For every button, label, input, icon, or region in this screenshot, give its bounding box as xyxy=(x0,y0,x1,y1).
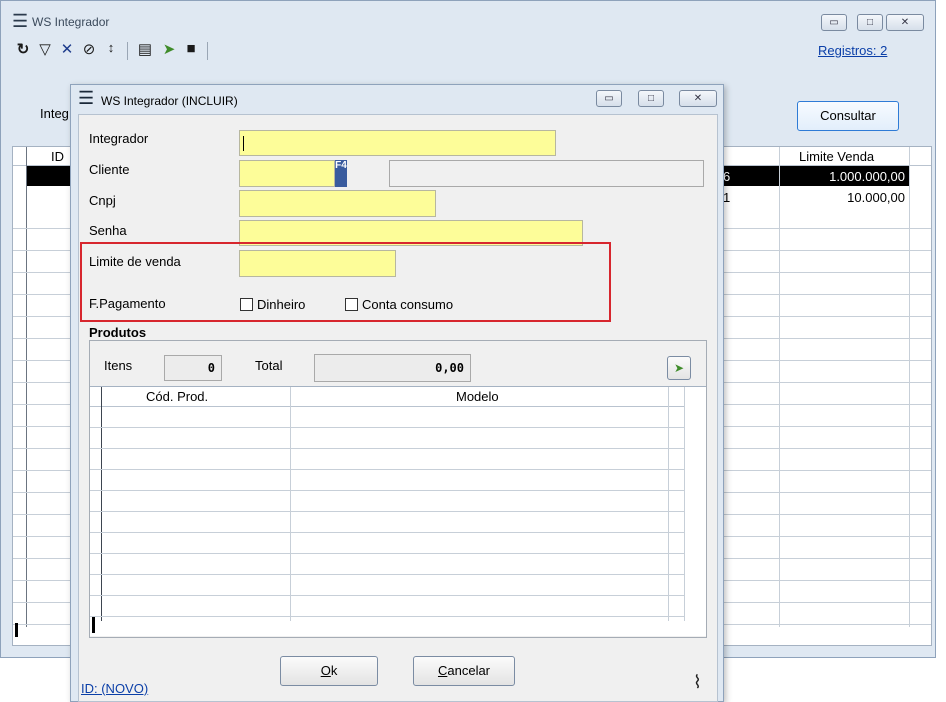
total-value-box: 0,00 xyxy=(314,354,471,382)
maximize-button[interactable]: □ xyxy=(857,14,883,31)
export-products-button[interactable]: ➤ xyxy=(667,356,691,380)
cnpj-input[interactable] xyxy=(239,190,436,217)
export-icon: ➤ xyxy=(673,361,685,375)
conta-consumo-checkbox[interactable] xyxy=(345,298,358,311)
main-title-bar: ☰ WS Integrador xyxy=(12,11,612,33)
attach-icon[interactable]: ⌇ xyxy=(693,672,702,693)
print-icon[interactable]: ▤ xyxy=(135,40,155,58)
f4-label: F4 xyxy=(335,160,347,171)
dialog-title: WS Integrador (INCLUIR) xyxy=(101,94,238,108)
conta-consumo-label[interactable]: Conta consumo xyxy=(362,297,453,312)
dinheiro-label[interactable]: Dinheiro xyxy=(257,297,305,312)
itens-label: Itens xyxy=(104,358,133,373)
row-mid-value: 6 xyxy=(723,169,731,184)
itens-value-box: 0 xyxy=(164,355,222,381)
cancelar-button[interactable]: Cancelar xyxy=(413,656,515,686)
limite-input[interactable] xyxy=(239,250,396,277)
grid-lines xyxy=(90,407,685,621)
ok-label: Ok xyxy=(320,663,338,678)
dialog-maximize-button[interactable]: □ xyxy=(638,90,664,107)
row-indicator xyxy=(92,617,95,633)
col-modelo-header[interactable]: Modelo xyxy=(456,389,499,404)
cnpj-label: Cnpj xyxy=(89,193,116,208)
toolbar-separator xyxy=(127,42,128,60)
col-id-header[interactable]: ID xyxy=(51,149,64,164)
integrador-filter-label: Integ xyxy=(40,106,69,121)
clear-filter-icon[interactable]: ✕ xyxy=(57,40,77,58)
row-limite-value: 10.000,00 xyxy=(847,190,905,205)
integrador-label: Integrador xyxy=(89,131,149,146)
close-button[interactable]: ✕ xyxy=(886,14,924,31)
id-novo-link[interactable]: ID: (NOVO) xyxy=(81,681,148,696)
total-value: 0,00 xyxy=(435,361,464,375)
dinheiro-checkbox[interactable] xyxy=(240,298,253,311)
col-limite-header[interactable]: Limite Venda xyxy=(799,149,874,164)
toolbar-separator xyxy=(207,42,208,60)
minimize-button[interactable]: ▭ xyxy=(821,14,847,31)
refresh-icon[interactable]: ↻ xyxy=(13,40,33,58)
produtos-grid-header: Cód. Prod. Modelo xyxy=(90,387,684,407)
registros-link[interactable]: Registros: 2 xyxy=(818,43,887,58)
cancelar-label: Cancelar xyxy=(437,663,491,678)
row-limite-value: 1.000.000,00 xyxy=(829,169,905,184)
limite-label: Limite de venda xyxy=(89,254,181,269)
save-icon[interactable]: ■ xyxy=(181,40,201,57)
filter-icon[interactable]: ▽ xyxy=(35,40,55,58)
row-mid-value: 1 xyxy=(723,190,731,205)
row-indicator xyxy=(15,623,18,637)
sort-icon[interactable]: ↕ xyxy=(101,40,121,55)
export-icon[interactable]: ➤ xyxy=(159,40,179,58)
integrador-input[interactable] xyxy=(239,130,556,156)
menu-icon[interactable]: ☰ xyxy=(78,88,94,109)
total-label: Total xyxy=(255,358,283,373)
consultar-button[interactable]: Consultar xyxy=(797,101,899,131)
find-icon[interactable]: ⊘ xyxy=(79,40,99,58)
f4-lookup-button[interactable]: F4 xyxy=(335,160,347,187)
ok-button[interactable]: Ok xyxy=(280,656,378,686)
toolbar: ↻ ▽ ✕ ⊘ ↕ ▤ ➤ ■ xyxy=(13,40,283,62)
senha-label: Senha xyxy=(89,223,127,238)
cliente-input[interactable] xyxy=(239,160,335,187)
cliente-label: Cliente xyxy=(89,162,130,177)
main-window-title: WS Integrador xyxy=(32,15,110,29)
produtos-grid[interactable]: Cód. Prod. Modelo xyxy=(90,386,706,636)
cliente-description xyxy=(389,160,704,187)
text-cursor xyxy=(243,136,244,151)
pagamento-label-text: F.Pagamento xyxy=(89,296,166,311)
dialog-minimize-button[interactable]: ▭ xyxy=(596,90,622,107)
menu-icon[interactable]: ☰ xyxy=(12,11,28,32)
produtos-title: Produtos xyxy=(89,325,147,340)
dialog-close-button[interactable]: ✕ xyxy=(679,90,717,107)
itens-value: 0 xyxy=(207,361,215,375)
col-codigo-header[interactable]: Cód. Prod. xyxy=(146,389,208,404)
